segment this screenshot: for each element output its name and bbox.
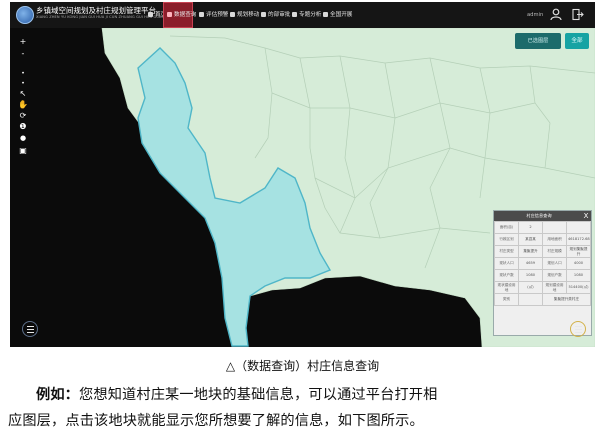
paragraph-text: 您想知道村庄某一地块的基础信息，可以通过平台打开相 [79,387,438,403]
paragraph-line-1: 例如：您想知道村庄某一地块的基础信息，可以通过平台打开相 [36,384,437,404]
table-cell: 某县某 [518,233,543,246]
globe-icon [323,11,328,17]
platform-logo-icon [16,6,34,24]
table-cell [542,221,567,234]
table-row: 类别 集聚提升类村庄 [494,293,591,306]
analysis-icon [292,11,297,17]
table-cell: 规划人口 [542,257,567,270]
table-cell [566,221,591,234]
figure-caption: △（数据查询）村庄信息查询 [225,359,380,373]
table-cell: 1080 [566,269,591,282]
village-info-panel: 村庄信息查询 X 面积(亩) 2 行政区划 某县某 用地面积 4618172.6… [493,210,592,336]
zoom-out-button[interactable]: - [16,48,30,60]
village-info-table: 面积(亩) 2 行政区划 某县某 用地面积 4618172.68(㎡) 村庄类型… [494,221,591,306]
map-view[interactable]: + - • • ↖ ✋ ⟳ ❶ ● ▣ 已选图层 全部 村庄信息查询 X 面积(… [10,28,595,347]
info-panel-title: 村庄信息查询 [526,213,552,218]
table-cell: 规划建设用地 [542,281,567,294]
logout-icon[interactable] [572,8,584,21]
mobile-icon [230,11,235,17]
table-cell [518,293,543,306]
warning-icon [199,11,204,17]
paragraph-line-2: 应图层，点击该地块就能显示您所想要了解的信息，如下图所示。 [8,413,424,429]
table-cell: 用地面积 [542,233,567,246]
table-cell: 行政区划 [494,233,519,246]
table-row: 村庄类型 集聚提升 村庄规模 规划集聚提升 [494,245,591,258]
table-cell: (㎡) [518,281,543,294]
user-name: admin [527,12,544,18]
menu-toggle-button[interactable] [570,321,586,337]
table-cell: 4659 [518,257,543,270]
nav-item-national[interactable]: 全国开展 [320,2,355,28]
nav-label: 专题分析 [299,12,322,18]
table-cell: 集聚提升 [518,245,543,258]
legend-toggle-button[interactable] [22,321,38,337]
table-row: 现状户数 1080 规划户数 1080 [494,269,591,282]
nav-item-data-query[interactable]: 数据查询 [163,2,197,28]
table-cell: 现状户数 [494,269,519,282]
nav-label: 全国开展 [330,12,353,18]
table-cell: 514400(㎡) [566,281,591,294]
search-icon [167,11,172,17]
nav-label: 的部审批 [268,12,291,18]
table-row: 现状人口 4659 规划人口 4000 [494,257,591,270]
approval-icon [261,11,266,17]
home-icon [148,11,153,17]
table-row: 现状建设用地 (㎡) 规划建设用地 514400(㎡) [494,281,591,294]
table-cell: 村庄类型 [494,245,519,258]
table-cell: 2 [518,221,543,234]
table-row: 行政区划 某县某 用地面积 4618172.68(㎡) [494,233,591,246]
table-cell: 现状建设用地 [494,281,519,294]
selected-layers-button[interactable]: 已选图层 [515,33,561,49]
layer-switch-icon[interactable]: ▣ [16,145,30,157]
table-cell: 面积(亩) [494,221,519,234]
table-cell: 4000 [566,257,591,270]
table-cell: 4618172.68(㎡) [566,233,591,246]
nav-label: 规划移动 [237,12,260,18]
measure-icon[interactable]: ● [16,132,30,144]
info-panel-header: 村庄信息查询 X [494,211,591,221]
table-row: 面积(亩) 2 [494,221,591,234]
user-icon[interactable] [550,8,562,21]
zoom-in-button[interactable]: + [16,36,30,48]
table-cell: 规划集聚提升 [566,245,591,258]
table-cell: 村庄规模 [542,245,567,258]
nav-label: 评估预警 [206,12,229,18]
nav-label: 数据查询 [174,12,197,18]
table-cell: 1080 [518,269,543,282]
paragraph-lead: 例如： [36,387,80,403]
table-cell: 规划户数 [542,269,567,282]
close-icon[interactable]: X [582,211,590,221]
table-cell: 现状人口 [494,257,519,270]
table-cell: 集聚提升类村庄 [542,293,591,306]
app-window: 乡镇域空间规划及村庄规划管理平台 XIANG ZHEN YU KONG JIAN… [10,2,595,347]
all-layers-button[interactable]: 全部 [565,33,589,49]
top-navigation-bar: 乡镇域空间规划及村庄规划管理平台 XIANG ZHEN YU KONG JIAN… [10,2,595,29]
table-cell: 类别 [494,293,519,306]
